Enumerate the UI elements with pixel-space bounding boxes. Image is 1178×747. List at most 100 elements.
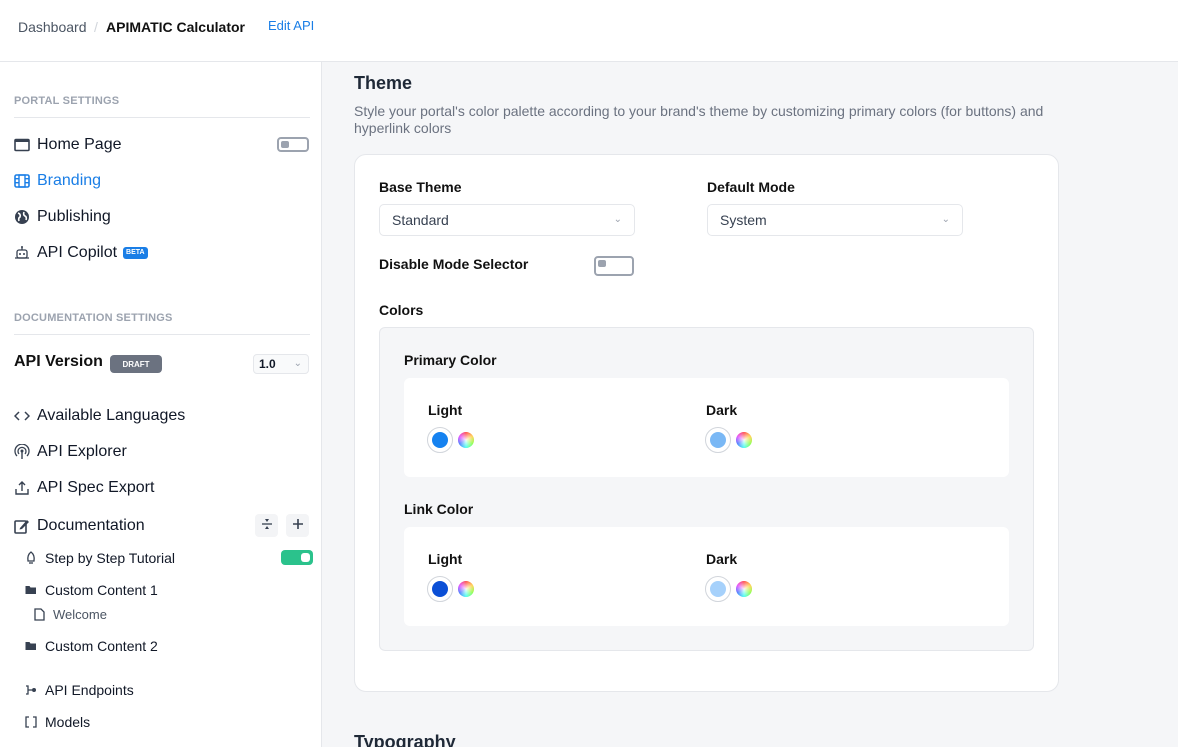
color-dot (432, 432, 448, 448)
portal-settings-title: PORTAL SETTINGS (14, 95, 120, 107)
color-picker-icon[interactable] (458, 432, 474, 448)
folder-icon (25, 639, 37, 653)
default-mode-select[interactable]: System ⌄ (707, 204, 963, 236)
chevron-down-icon: ⌄ (941, 214, 950, 225)
version-value: 1.0 (259, 357, 276, 371)
theme-card: Base Theme Standard ⌄ Default Mode Syste… (354, 154, 1059, 692)
film-icon (14, 173, 30, 189)
disable-mode-selector-label: Disable Mode Selector (379, 256, 529, 272)
doc-item-step-by-step-tutorial[interactable]: Step by Step Tutorial (25, 548, 175, 568)
doc-item-label: Step by Step Tutorial (45, 550, 175, 566)
doc-item-label: Custom Content 1 (45, 582, 158, 598)
broadcast-icon (14, 444, 30, 460)
disable-mode-selector-toggle[interactable] (594, 256, 634, 276)
colors-label: Colors (379, 302, 424, 318)
primary-color-label: Primary Color (404, 352, 497, 368)
doc-item-label: Welcome (53, 606, 107, 622)
sidebar: PORTAL SETTINGS Home Page Branding Publi… (0, 62, 322, 747)
robot-icon (14, 245, 30, 261)
sidebar-item-label: API Spec Export (37, 479, 155, 496)
color-picker-icon[interactable] (736, 432, 752, 448)
divider (14, 334, 310, 335)
colors-panel: Primary Color Light Dark Link Color Ligh… (379, 327, 1034, 651)
rocket-icon (25, 551, 37, 565)
window-icon (14, 137, 30, 153)
chevron-down-icon: ⌄ (613, 214, 622, 225)
sidebar-item-api-spec-export[interactable]: API Spec Export (14, 477, 154, 499)
base-theme-value: Standard (392, 212, 449, 228)
edit-api-link[interactable]: Edit API (268, 18, 314, 33)
theme-title: Theme (354, 73, 413, 93)
folder-icon (25, 583, 37, 597)
breadcrumb-separator: / (94, 19, 98, 35)
top-bar: Dashboard / APIMATIC Calculator Edit API (0, 0, 1178, 62)
sidebar-item-documentation[interactable]: Documentation (14, 515, 145, 537)
main-content: Theme Style your portal's color palette … (323, 62, 1178, 747)
beta-badge: BETA (123, 247, 148, 259)
base-theme-select[interactable]: Standard ⌄ (379, 204, 635, 236)
sidebar-item-api-copilot[interactable]: API Copilot BETA (14, 242, 148, 264)
default-mode-value: System (720, 212, 767, 228)
chevron-down-icon: ⌄ (293, 358, 302, 369)
collapse-all-button[interactable] (255, 514, 278, 537)
link-light-swatch[interactable] (427, 576, 453, 602)
divider (14, 117, 310, 118)
endpoint-icon (25, 683, 37, 697)
color-picker-icon[interactable] (458, 581, 474, 597)
collapse-icon (261, 517, 273, 535)
sidebar-item-home-page[interactable]: Home Page (14, 134, 122, 156)
sidebar-item-label: Branding (37, 172, 102, 189)
add-page-button[interactable] (286, 514, 309, 537)
plus-icon (292, 517, 304, 535)
sidebar-item-api-explorer[interactable]: API Explorer (14, 441, 127, 463)
primary-color-card: Light Dark (404, 378, 1009, 477)
sidebar-item-label: API Copilot (37, 244, 118, 261)
color-dot (710, 432, 726, 448)
api-version-label: API Version (14, 353, 103, 370)
file-icon (33, 607, 45, 621)
step-by-step-tutorial-toggle[interactable] (281, 550, 313, 565)
color-picker-icon[interactable] (736, 581, 752, 597)
breadcrumb-api-name: APIMATIC Calculator (106, 19, 245, 35)
sidebar-item-label: API Explorer (37, 443, 127, 460)
globe-icon (14, 209, 30, 225)
sidebar-item-label: Available Languages (37, 407, 186, 424)
sidebar-item-label: Documentation (37, 517, 145, 534)
edit-icon (14, 518, 30, 534)
code-icon (14, 408, 30, 424)
link-light-label: Light (428, 551, 463, 567)
primary-dark-swatch[interactable] (705, 427, 731, 453)
primary-light-swatch[interactable] (427, 427, 453, 453)
home-page-toggle[interactable] (277, 137, 309, 152)
doc-item-label: API Endpoints (45, 682, 134, 698)
doc-item-label: Models (45, 714, 91, 730)
default-mode-label: Default Mode (707, 179, 795, 195)
color-dot (432, 581, 448, 597)
doc-item-custom-content-1[interactable]: Custom Content 1 (25, 580, 158, 600)
doc-item-custom-content-2[interactable]: Custom Content 2 (25, 636, 158, 656)
base-theme-label: Base Theme (379, 179, 462, 195)
link-color-card: Light Dark (404, 527, 1009, 626)
version-select[interactable]: 1.0 ⌄ (253, 354, 309, 374)
sidebar-item-branding[interactable]: Branding (14, 170, 101, 192)
documentation-settings-title: DOCUMENTATION SETTINGS (14, 312, 173, 324)
doc-item-models[interactable]: Models (25, 712, 90, 732)
upload-icon (14, 480, 30, 496)
color-dot (710, 581, 726, 597)
doc-item-welcome[interactable]: Welcome (33, 604, 107, 624)
sidebar-item-label: Home Page (37, 136, 122, 153)
link-dark-label: Dark (706, 551, 738, 567)
primary-light-label: Light (428, 402, 463, 418)
doc-item-api-endpoints[interactable]: API Endpoints (25, 680, 134, 700)
sidebar-item-label: Publishing (37, 208, 111, 225)
brackets-icon (25, 715, 37, 729)
primary-dark-label: Dark (706, 402, 738, 418)
sidebar-item-publishing[interactable]: Publishing (14, 206, 111, 228)
link-dark-swatch[interactable] (705, 576, 731, 602)
typography-title: Typography (354, 732, 456, 747)
breadcrumb-dashboard[interactable]: Dashboard (18, 19, 87, 35)
link-color-label: Link Color (404, 501, 474, 517)
doc-item-label: Custom Content 2 (45, 638, 158, 654)
draft-badge: DRAFT (110, 355, 162, 373)
sidebar-item-available-languages[interactable]: Available Languages (14, 405, 185, 427)
